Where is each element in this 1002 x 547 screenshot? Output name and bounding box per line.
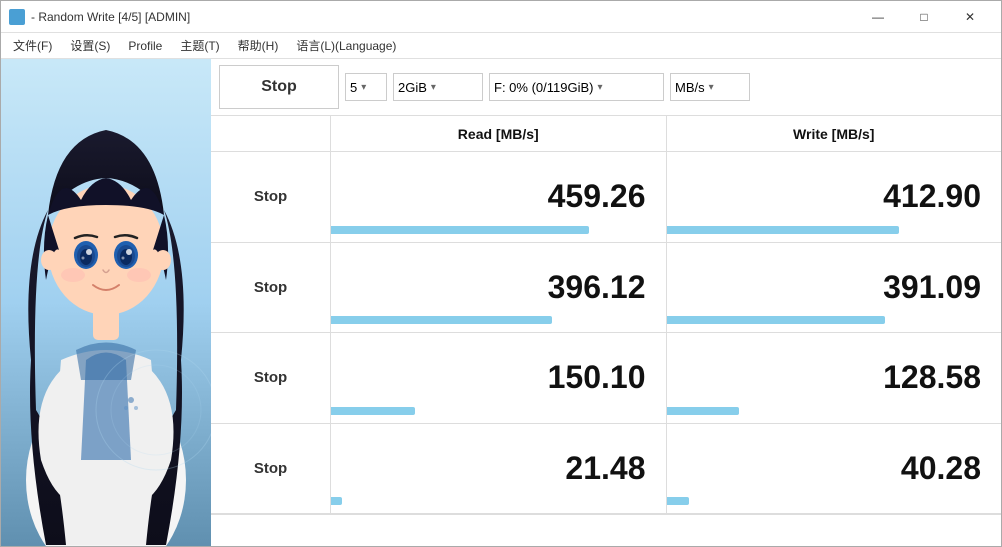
maximize-button[interactable]: □ xyxy=(901,1,947,33)
controls-row: Stop 5 ▾ 2GiB ▾ F: 0% (0/119GiB) ▾ MB/s … xyxy=(211,59,1001,116)
read-progress-bar-1 xyxy=(331,316,552,324)
unit-dropdown[interactable]: MB/s ▾ xyxy=(670,73,750,101)
write-header: Write [MB/s] xyxy=(667,116,1002,151)
drive-dropdown[interactable]: F: 0% (0/119GiB) ▾ xyxy=(489,73,664,101)
header-spacer xyxy=(211,116,331,151)
menu-item-profile[interactable]: Profile xyxy=(120,35,170,57)
drive-dropdown-arrow: ▾ xyxy=(597,82,602,93)
menu-item-h[interactable]: 帮助(H) xyxy=(230,35,287,57)
read-progress-bar-3 xyxy=(331,497,342,505)
table-row: Stop150.10128.58 xyxy=(211,333,1001,424)
read-value-3: 21.48 xyxy=(331,424,667,514)
row-stop-button-1[interactable]: Stop xyxy=(211,243,331,333)
size-dropdown-arrow: ▾ xyxy=(431,82,436,93)
table-row: Stop396.12391.09 xyxy=(211,243,1001,334)
write-progress-bar-1 xyxy=(667,316,885,324)
main-window: - Random Write [4/5] [ADMIN] — □ ✕ 文件(F)… xyxy=(0,0,1002,547)
read-value-2: 150.10 xyxy=(331,333,667,423)
size-value: 2GiB xyxy=(398,80,427,95)
count-dropdown-arrow: ▾ xyxy=(361,82,366,93)
table-row: Stop459.26412.90 xyxy=(211,152,1001,243)
row-stop-button-3[interactable]: Stop xyxy=(211,424,331,514)
read-value-1: 396.12 xyxy=(331,243,667,333)
unit-dropdown-arrow: ▾ xyxy=(709,82,714,93)
app-icon xyxy=(9,9,25,25)
count-dropdown[interactable]: 5 ▾ xyxy=(345,73,387,101)
row-stop-button-2[interactable]: Stop xyxy=(211,333,331,423)
minimize-button[interactable]: — xyxy=(855,1,901,33)
menu-item-s[interactable]: 设置(S) xyxy=(62,35,118,57)
menu-item-llanguage[interactable]: 语言(L)(Language) xyxy=(288,35,404,57)
write-value-2: 128.58 xyxy=(667,333,1002,423)
write-value-3: 40.28 xyxy=(667,424,1002,514)
menu-item-f[interactable]: 文件(F) xyxy=(5,35,60,57)
character-area xyxy=(1,59,211,546)
menu-item-t[interactable]: 主题(T) xyxy=(172,35,227,57)
grid-rows: Stop459.26412.90Stop396.12391.09Stop150.… xyxy=(211,152,1001,514)
row-stop-button-0[interactable]: Stop xyxy=(211,152,331,242)
right-panel: Stop 5 ▾ 2GiB ▾ F: 0% (0/119GiB) ▾ MB/s … xyxy=(211,59,1001,546)
drive-value: F: 0% (0/119GiB) xyxy=(494,80,593,95)
read-progress-bar-2 xyxy=(331,407,415,415)
write-value-0: 412.90 xyxy=(667,152,1002,242)
write-progress-bar-0 xyxy=(667,226,899,234)
size-dropdown[interactable]: 2GiB ▾ xyxy=(393,73,483,101)
write-progress-bar-2 xyxy=(667,407,740,415)
read-progress-bar-0 xyxy=(331,226,589,234)
window-title: - Random Write [4/5] [ADMIN] xyxy=(31,10,855,24)
grid-footer xyxy=(211,514,1001,546)
write-value-1: 391.09 xyxy=(667,243,1002,333)
main-content: Stop 5 ▾ 2GiB ▾ F: 0% (0/119GiB) ▾ MB/s … xyxy=(1,59,1001,546)
read-header: Read [MB/s] xyxy=(331,116,667,151)
unit-value: MB/s xyxy=(675,80,705,95)
title-bar: - Random Write [4/5] [ADMIN] — □ ✕ xyxy=(1,1,1001,33)
grid-header: Read [MB/s] Write [MB/s] xyxy=(211,116,1001,152)
close-button[interactable]: ✕ xyxy=(947,1,993,33)
count-value: 5 xyxy=(350,80,357,95)
data-grid: Read [MB/s] Write [MB/s] Stop459.26412.9… xyxy=(211,116,1001,546)
table-row: Stop21.4840.28 xyxy=(211,424,1001,515)
character-illustration xyxy=(1,59,211,546)
main-stop-button[interactable]: Stop xyxy=(219,65,339,109)
menu-bar: 文件(F)设置(S)Profile主题(T)帮助(H)语言(L)(Languag… xyxy=(1,33,1001,59)
window-controls: — □ ✕ xyxy=(855,1,993,33)
read-value-0: 459.26 xyxy=(331,152,667,242)
write-progress-bar-3 xyxy=(667,497,689,505)
